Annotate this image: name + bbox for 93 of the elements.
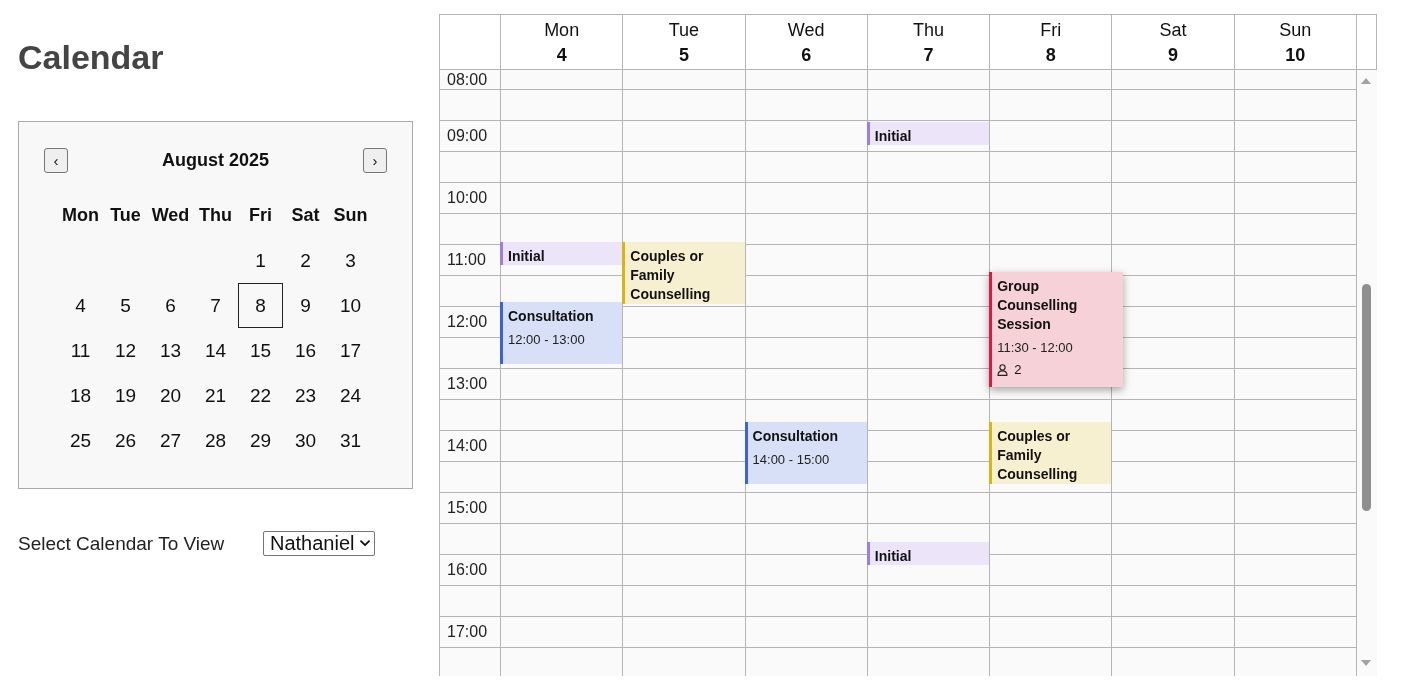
- weekday-label: Wed: [151, 205, 190, 226]
- day-date: 8: [1045, 44, 1056, 67]
- date-cell[interactable]: 26: [103, 418, 148, 463]
- date-cell[interactable]: 25: [58, 418, 103, 463]
- date-cell[interactable]: 2: [283, 238, 328, 283]
- day-name: Sun: [1279, 19, 1312, 42]
- day-date: 5: [678, 44, 689, 67]
- date-cell[interactable]: 9: [283, 283, 328, 328]
- attendee-count: 2: [1014, 361, 1022, 379]
- event-card[interactable]: Group Counselling Session 11:30 - 12:00 2: [989, 272, 1124, 387]
- scroll-up-arrow-icon[interactable]: [1361, 78, 1371, 84]
- time-label: 09:00: [447, 127, 488, 145]
- scroll-down-arrow-icon[interactable]: [1361, 660, 1371, 666]
- time-label: 11:00: [447, 251, 486, 269]
- chevron-down-icon: [359, 540, 370, 547]
- event-card[interactable]: Couples or Family Counselling: [989, 422, 1112, 484]
- date-cell[interactable]: 23: [283, 373, 328, 418]
- scrollbar-thumb[interactable]: [1362, 284, 1371, 511]
- date-cell[interactable]: 14: [193, 328, 238, 373]
- date-cell[interactable]: 19: [103, 373, 148, 418]
- prev-month-button[interactable]: ‹: [44, 148, 68, 173]
- day-name: Mon: [544, 19, 580, 42]
- weekday-label: Tue: [110, 205, 141, 226]
- time-label: 12:00: [447, 313, 488, 331]
- date-cell[interactable]: 28: [193, 418, 238, 463]
- time-label: 17:00: [447, 623, 488, 641]
- event-card[interactable]: Initial: [500, 242, 623, 265]
- day-name: Fri: [1040, 19, 1062, 42]
- event-card[interactable]: Initial: [866, 122, 990, 145]
- event-title: Couples or Family Counselling: [630, 247, 712, 304]
- date-cell[interactable]: 13: [148, 328, 193, 373]
- event-title: Consultation: [508, 307, 595, 326]
- weekday-label: Sat: [291, 205, 320, 226]
- date-cell[interactable]: 17: [328, 328, 373, 373]
- date-cell[interactable]: 5: [103, 283, 148, 328]
- date-cell[interactable]: 7: [193, 283, 238, 328]
- next-month-button[interactable]: ›: [363, 148, 387, 173]
- time-label: 16:00: [447, 561, 488, 579]
- date-cell[interactable]: 16: [283, 328, 328, 373]
- day-name: Sat: [1159, 19, 1187, 42]
- date-cell[interactable]: 11: [58, 328, 103, 373]
- date-cell[interactable]: 15: [238, 328, 283, 373]
- event-title: Consultation: [752, 427, 840, 446]
- date-cell[interactable]: 29: [238, 418, 283, 463]
- event-title: Initial: [508, 247, 546, 265]
- date-cell[interactable]: 18: [58, 373, 103, 418]
- day-date: 9: [1168, 44, 1179, 67]
- event-time: 11:30 - 12:00: [997, 339, 1074, 357]
- date-cell[interactable]: 10: [328, 283, 373, 328]
- date-cell[interactable]: 20: [148, 373, 193, 418]
- time-label: 10:00: [447, 189, 488, 207]
- event-time: 12:00 - 13:00: [508, 331, 586, 349]
- weekday-label: Sun: [333, 205, 368, 226]
- weekday-label: Fri: [249, 205, 272, 226]
- day-date: 7: [923, 44, 934, 67]
- weekday-label: Thu: [199, 205, 232, 226]
- date-cell[interactable]: 27: [148, 418, 193, 463]
- picker-label: Select Calendar To View: [18, 532, 225, 555]
- event-card[interactable]: Consultation 12:00 - 13:00: [500, 302, 623, 364]
- time-label: 08:00: [447, 70, 488, 89]
- date-cell[interactable]: 22: [238, 373, 283, 418]
- day-name: Tue: [668, 19, 700, 42]
- person-icon: [997, 364, 1009, 376]
- event-card[interactable]: Couples or Family Counselling: [622, 242, 745, 304]
- date-cell[interactable]: 31: [328, 418, 373, 463]
- date-cell[interactable]: 3: [328, 238, 373, 283]
- time-label: 14:00: [447, 437, 488, 455]
- date-cell[interactable]: 1: [238, 238, 283, 283]
- event-card[interactable]: Consultation 14:00 - 15:00: [744, 422, 867, 484]
- date-cell[interactable]: 4: [58, 283, 103, 328]
- day-name: Thu: [912, 19, 944, 42]
- weekday-label: Mon: [62, 205, 99, 226]
- page-title: Calendar: [18, 37, 164, 78]
- day-name: Wed: [787, 19, 825, 42]
- event-card[interactable]: Initial: [866, 542, 990, 565]
- time-label: 13:00: [447, 375, 488, 393]
- day-date: 4: [556, 44, 567, 67]
- event-time: 14:00 - 15:00: [752, 451, 831, 469]
- month-title: August 2025: [161, 150, 269, 171]
- event-title: Initial: [874, 127, 913, 145]
- calendar-dropdown[interactable]: Nathaniel: [263, 531, 375, 556]
- day-date: 6: [801, 44, 812, 67]
- date-cell[interactable]: 12: [103, 328, 148, 373]
- time-label: 15:00: [447, 499, 488, 517]
- date-cell[interactable]: 24: [328, 373, 373, 418]
- event-title: Initial: [874, 547, 913, 565]
- date-cell[interactable]: 6: [148, 283, 193, 328]
- date-cell[interactable]: 30: [283, 418, 328, 463]
- event-title: Couples or Family Counselling: [997, 427, 1079, 484]
- event-title: Group Counselling Session: [997, 277, 1079, 334]
- date-cell[interactable]: 8: [238, 283, 283, 328]
- date-cell[interactable]: 21: [193, 373, 238, 418]
- day-date: 10: [1285, 44, 1306, 67]
